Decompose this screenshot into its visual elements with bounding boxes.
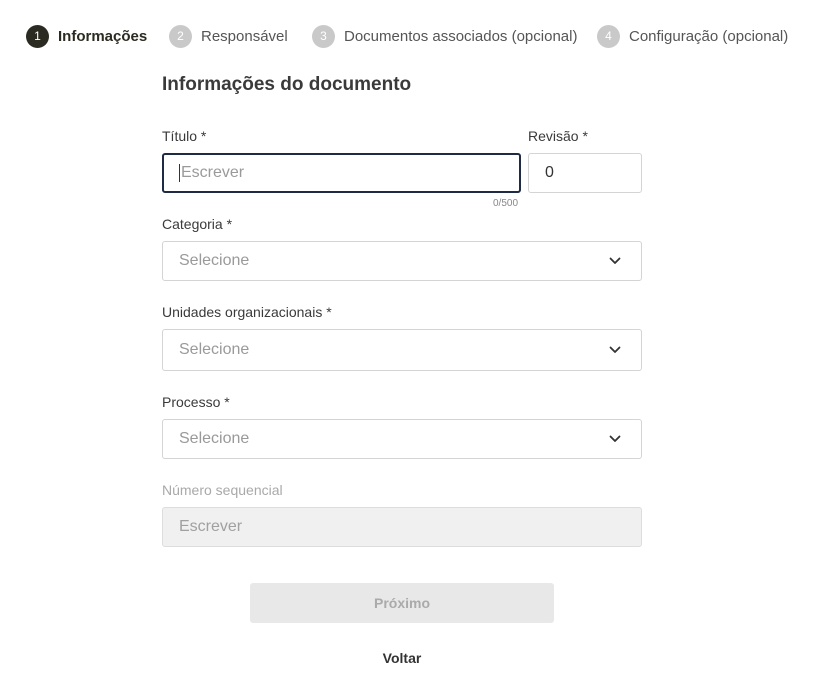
step-label: Informações (58, 27, 148, 45)
unidades-placeholder: Selecione (179, 341, 250, 358)
step-configuracao[interactable]: 4 Configuração (opcional) (597, 24, 788, 48)
step-label: Configuração (opcional) (629, 27, 789, 45)
step-number: 4 (597, 24, 620, 48)
revisao-value: 0 (545, 164, 554, 181)
text-caret (179, 164, 180, 182)
titulo-input[interactable]: Escrever (162, 153, 521, 193)
page: 1 Informações 2 Responsável 3 Documentos… (0, 0, 839, 691)
step-number: 1 (26, 24, 49, 48)
step-responsavel[interactable]: 2 Responsável (169, 24, 288, 48)
step-number: 3 (312, 24, 335, 48)
titulo-placeholder: Escrever (181, 164, 245, 181)
chevron-down-icon (609, 346, 621, 353)
unidades-select[interactable]: Selecione (162, 329, 642, 371)
step-label: Responsável (201, 27, 288, 45)
categoria-select[interactable]: Selecione (162, 241, 642, 281)
unidades-label: Unidades organizacionais * (162, 304, 332, 320)
revisao-input[interactable]: 0 (528, 153, 642, 193)
back-button[interactable]: Voltar (352, 650, 452, 666)
revisao-label: Revisão * (528, 128, 588, 144)
numero-sequencial-placeholder: Escrever (179, 518, 243, 535)
step-informacoes[interactable]: 1 Informações (26, 24, 147, 48)
numero-sequencial-input: Escrever (162, 507, 642, 547)
chevron-down-icon (609, 257, 621, 264)
titulo-label: Título * (162, 128, 207, 144)
categoria-label: Categoria * (162, 216, 233, 232)
step-label: Documentos associados (opcional) (344, 27, 578, 45)
next-button[interactable]: Próximo (250, 583, 554, 623)
form-title: Informações do documento (162, 74, 412, 95)
chevron-down-icon (609, 435, 621, 442)
categoria-placeholder: Selecione (179, 252, 250, 269)
processo-label: Processo * (162, 394, 230, 410)
step-documentos-associados[interactable]: 3 Documentos associados (opcional) (312, 24, 577, 48)
processo-placeholder: Selecione (179, 430, 250, 447)
titulo-char-counter: 0/500 (493, 198, 519, 209)
step-number: 2 (169, 24, 192, 48)
numero-sequencial-label: Número sequencial (162, 482, 283, 498)
processo-select[interactable]: Selecione (162, 419, 642, 459)
